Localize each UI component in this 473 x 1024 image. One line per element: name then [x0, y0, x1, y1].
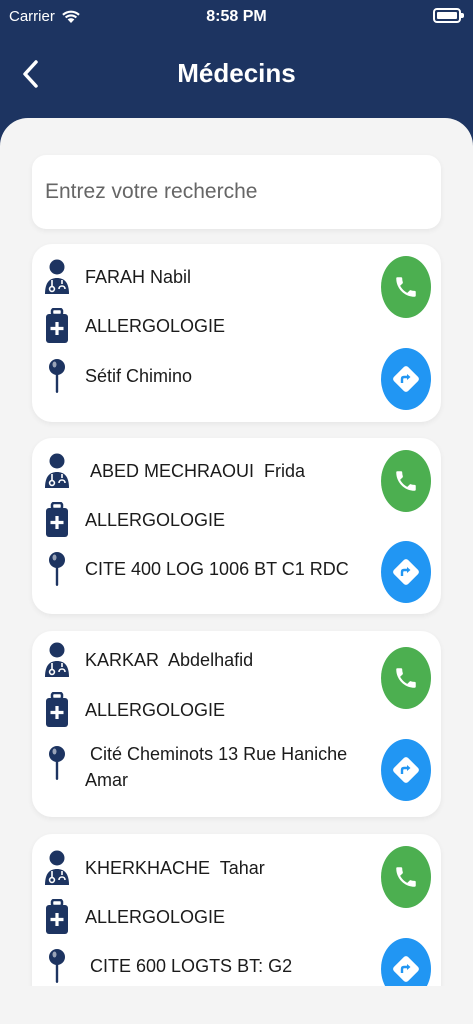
status-bar: Carrier 8:58 PM: [0, 0, 473, 34]
medical-bag-icon: [42, 898, 72, 936]
doctor-name: ABED MECHRAOUI Frida: [85, 461, 306, 481]
map-pin-icon: [42, 357, 72, 395]
map-pin-icon: [42, 744, 72, 782]
address-row: CITE 600 LOGTS BT: G2: [42, 947, 292, 985]
doctor-name-row: KARKAR Abdelhafid: [42, 641, 253, 679]
doctor-name-row: FARAH Nabil: [42, 258, 191, 296]
doctor-address: Sétif Chimino: [85, 366, 193, 386]
doctor-card[interactable]: FARAH Nabil ALLERGOLOGIE Sétif Chimino: [32, 244, 441, 422]
specialty-row: ALLERGOLOGIE: [42, 691, 225, 729]
doctor-icon: [42, 641, 72, 679]
medical-bag-icon: [42, 307, 72, 345]
doctor-address: CITE 400 LOG 1006 BT C1 RDC: [85, 559, 349, 579]
page-title: Médecins: [177, 58, 296, 88]
directions-button[interactable]: [381, 348, 431, 410]
doctor-name: KARKAR Abdelhafid: [85, 650, 254, 670]
content-panel: FARAH Nabil ALLERGOLOGIE Sétif Chimino: [0, 118, 473, 1024]
specialty-row: ALLERGOLOGIE: [42, 898, 225, 936]
address-row: CITE 400 LOG 1006 BT C1 RDC: [42, 550, 349, 588]
phone-icon: [396, 668, 416, 688]
directions-icon: [393, 956, 419, 982]
doctor-name: KHERKHACHE Tahar: [85, 858, 265, 878]
phone-icon: [396, 471, 416, 491]
doctor-icon: [42, 258, 72, 296]
map-pin-icon: [42, 550, 72, 588]
call-button[interactable]: [381, 450, 431, 512]
call-button[interactable]: [381, 846, 431, 908]
specialty-row: ALLERGOLOGIE: [42, 501, 225, 539]
doctor-specialty: ALLERGOLOGIE: [85, 907, 226, 927]
doctor-specialty: ALLERGOLOGIE: [85, 316, 226, 336]
status-time: 8:58 PM: [206, 8, 267, 25]
doctor-card[interactable]: KARKAR Abdelhafid ALLERGOLOGIE Cité Chem…: [32, 631, 441, 817]
directions-icon: [393, 366, 419, 392]
call-button[interactable]: [381, 647, 431, 709]
specialty-row: ALLERGOLOGIE: [42, 307, 225, 345]
directions-button[interactable]: [381, 541, 431, 603]
medical-bag-icon: [42, 691, 72, 729]
directions-icon: [393, 757, 419, 783]
medical-bag-icon: [42, 501, 72, 539]
list-viewport-edge: [0, 986, 473, 1024]
doctor-name-row: ABED MECHRAOUI Frida: [42, 452, 305, 490]
directions-button[interactable]: [381, 739, 431, 801]
doctor-icon: [42, 452, 72, 490]
doctor-address: Cité Cheminots 13 Rue Haniche Amar: [85, 744, 352, 790]
map-pin-icon: [42, 947, 72, 985]
directions-icon: [393, 559, 419, 585]
phone-icon: [396, 277, 416, 297]
doctor-address: CITE 600 LOGTS BT: G2: [85, 956, 293, 976]
doctor-card[interactable]: ABED MECHRAOUI Frida ALLERGOLOGIE CITE 4…: [32, 438, 441, 614]
doctor-name-row: KHERKHACHE Tahar: [42, 849, 265, 887]
address-row: Cité Cheminots 13 Rue Haniche Amar: [42, 741, 360, 793]
search-box: [32, 155, 441, 229]
doctor-specialty: ALLERGOLOGIE: [85, 510, 226, 530]
doctor-name: FARAH Nabil: [85, 267, 192, 287]
doctor-icon: [42, 849, 72, 887]
call-button[interactable]: [381, 256, 431, 318]
battery-icon: [433, 8, 464, 23]
search-input[interactable]: [32, 155, 441, 229]
phone-icon: [396, 867, 416, 887]
doctor-specialty: ALLERGOLOGIE: [85, 700, 226, 720]
nav-bar: Médecins: [0, 44, 473, 104]
address-row: Sétif Chimino: [42, 357, 192, 395]
